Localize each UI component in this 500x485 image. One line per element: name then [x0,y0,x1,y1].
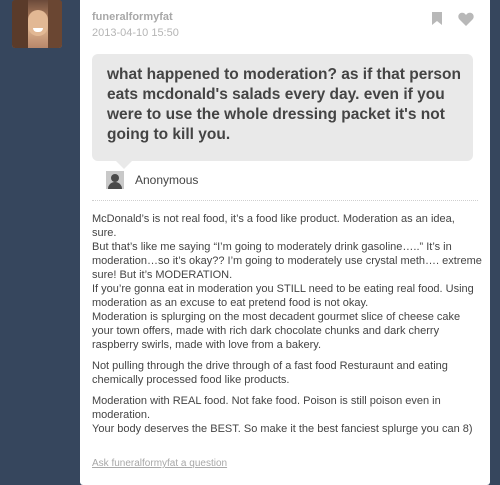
question-bubble: what happened to moderation? as if that … [92,54,473,169]
post-username[interactable]: funeralformyfat [92,11,179,24]
avatar-face [28,10,48,36]
answer-paragraph-2: Not pulling through the drive through of… [92,360,448,386]
anonymous-avatar-body [108,182,122,189]
avatar-hair-right [48,0,62,48]
heart-icon[interactable] [458,12,474,26]
blog-avatar[interactable] [12,0,62,48]
anonymous-avatar-head [111,174,119,182]
post-header: funeralformyfat 2013-04-10 15:50 [92,11,179,40]
answer-line: Moderation is splurging on the most deca… [92,311,461,351]
answer-divider [92,200,478,201]
answer-body: McDonald’s is not real food, it’s a food… [92,212,482,443]
asker-name: Anonymous [135,173,199,187]
answer-paragraph-1: McDonald’s is not real food, it’s a food… [92,212,482,352]
answer-line: But that’s like me saying “I’m going to … [92,241,482,281]
asker: Anonymous [106,171,198,189]
answer-paragraph-3: Moderation with REAL food. Not fake food… [92,394,482,436]
answer-line: Your body deserves the BEST. So make it … [92,423,473,435]
question-text: what happened to moderation? as if that … [107,66,461,143]
anonymous-avatar-icon [106,171,124,189]
post-card: funeralformyfat 2013-04-10 15:50 what ha… [80,0,490,485]
ask-question-link[interactable]: Ask funeralformyfat a question [92,458,227,469]
answer-line: Moderation with REAL food. Not fake food… [92,395,441,421]
question-bubble-arrow [116,161,132,169]
answer-line: If you’re gonna eat in moderation you ST… [92,283,474,309]
answer-line: McDonald’s is not real food, it’s a food… [92,213,455,239]
avatar-hair-left [12,0,28,48]
post-timestamp[interactable]: 2013-04-10 15:50 [92,26,179,40]
bookmark-icon[interactable] [432,12,442,25]
